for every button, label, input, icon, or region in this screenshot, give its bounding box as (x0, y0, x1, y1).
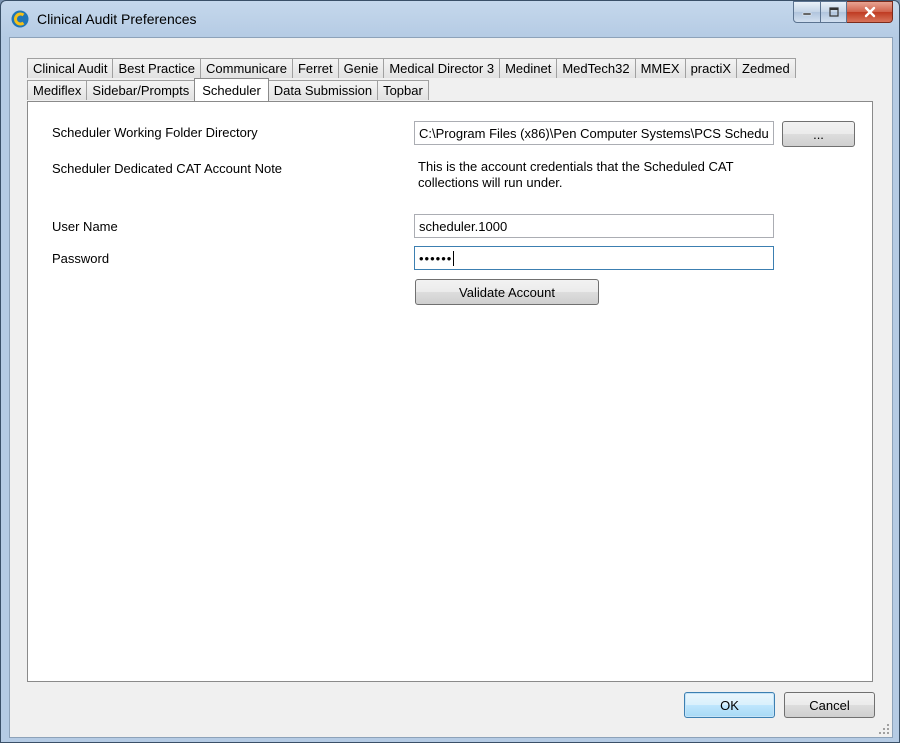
password-label: Password (52, 251, 110, 266)
resize-grip-icon[interactable] (878, 723, 890, 735)
tab-clinical-audit[interactable]: Clinical Audit (27, 58, 114, 78)
close-icon (864, 6, 875, 18)
minimize-icon (802, 12, 812, 16)
tab-practix[interactable]: practiX (684, 58, 738, 78)
tab-data-submission[interactable]: Data Submission (267, 80, 379, 100)
cancel-button[interactable]: Cancel (784, 692, 875, 718)
tab-ferret[interactable]: Ferret (291, 58, 339, 78)
browse-folder-button[interactable]: ... (782, 121, 855, 147)
window-title: Clinical Audit Preferences (37, 11, 197, 27)
working-folder-input[interactable]: C:\Program Files (x86)\Pen Computer Syst… (414, 121, 774, 145)
app-logo-icon (11, 10, 29, 28)
username-label: User Name (52, 219, 118, 234)
dialog-client-area: Clinical Audit Best Practice Communicare… (9, 37, 893, 738)
tab-communicare[interactable]: Communicare (200, 58, 293, 78)
tab-topbar[interactable]: Topbar (377, 80, 429, 100)
tab-mediflex[interactable]: Mediflex (27, 80, 88, 100)
account-note-text: This is the account credentials that the… (418, 159, 734, 190)
working-folder-label: Scheduler Working Folder Directory (52, 125, 258, 140)
tab-sidebar-prompts[interactable]: Sidebar/Prompts (86, 80, 196, 100)
tab-zedmed[interactable]: Zedmed (736, 58, 796, 78)
tab-genie[interactable]: Genie (337, 58, 385, 78)
tab-medical-director-3[interactable]: Medical Director 3 (383, 58, 501, 78)
close-button[interactable] (847, 1, 893, 23)
account-note-label: Scheduler Dedicated CAT Account Note (52, 161, 283, 176)
preferences-window: Clinical Audit Preferences Clinical Audi… (0, 0, 900, 743)
tab-medinet[interactable]: Medinet (499, 58, 558, 78)
scheduler-panel: Scheduler Working Folder Directory C:\Pr… (27, 101, 873, 682)
maximize-icon (828, 7, 839, 17)
tab-best-practice[interactable]: Best Practice (112, 58, 202, 78)
tab-row-1: Clinical Audit Best Practice Communicare… (27, 58, 796, 79)
tab-mmex[interactable]: MMEX (634, 58, 686, 78)
ok-button[interactable]: OK (684, 692, 775, 718)
title-bar[interactable]: Clinical Audit Preferences (1, 1, 899, 37)
password-input[interactable]: •••••• (414, 246, 774, 270)
tab-medtech32[interactable]: MedTech32 (556, 58, 636, 78)
text-caret (453, 250, 455, 266)
minimize-button[interactable] (793, 1, 821, 23)
tab-row-2: Mediflex Sidebar/Prompts Scheduler Data … (27, 78, 429, 101)
validate-account-button[interactable]: Validate Account (415, 279, 599, 305)
maximize-button[interactable] (821, 1, 847, 23)
tab-scheduler[interactable]: Scheduler (194, 78, 269, 101)
username-input[interactable]: scheduler.1000 (414, 214, 774, 238)
password-masked-value: •••••• (419, 250, 453, 266)
